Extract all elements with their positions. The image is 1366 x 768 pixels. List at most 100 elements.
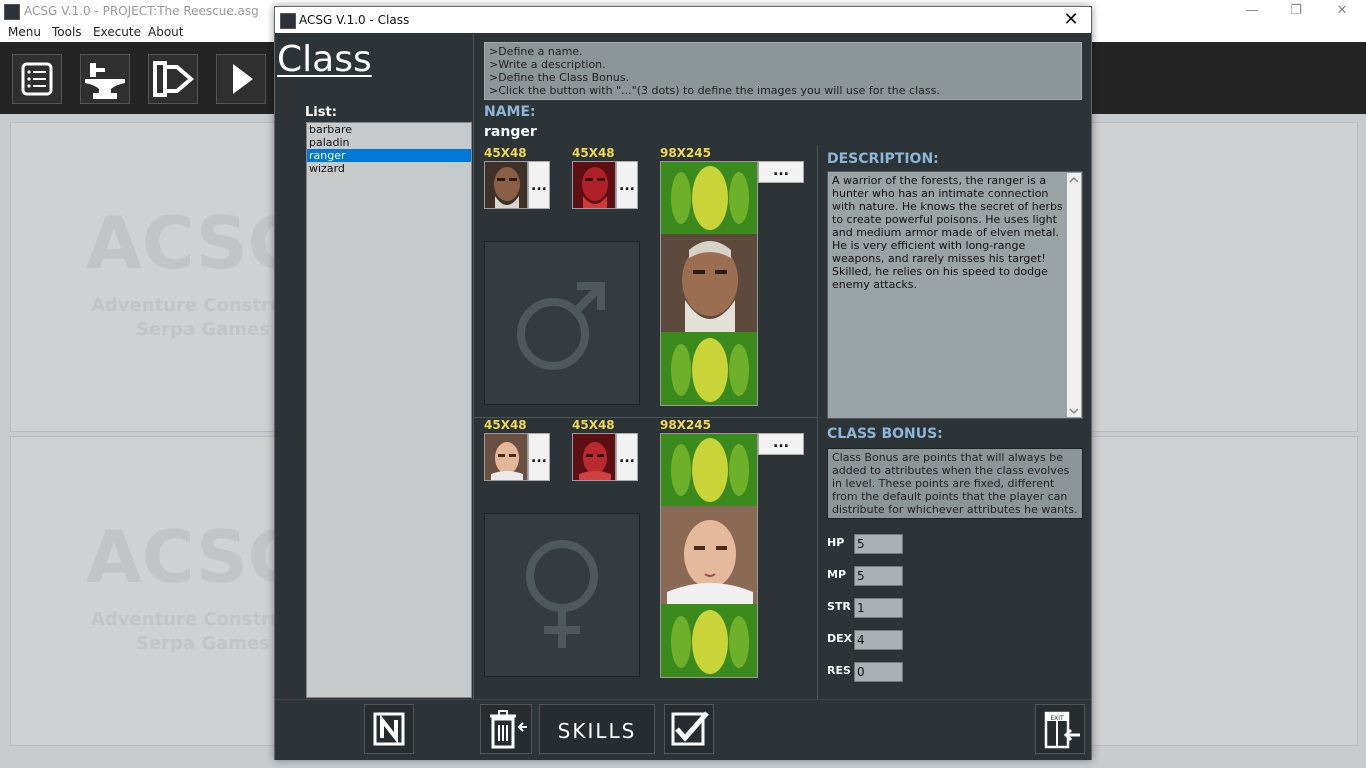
female-fullbody-art — [661, 434, 757, 677]
exit-button[interactable]: EXIT — [1035, 704, 1085, 754]
watermark-line2: Serpa Games — [136, 319, 270, 340]
menu-tools[interactable]: Tools — [52, 25, 82, 39]
close-main-button[interactable]: ✕ — [1322, 2, 1362, 22]
male-portrait-thumb — [484, 161, 528, 209]
delete-class-button[interactable] — [480, 704, 532, 754]
list-item[interactable]: barbare — [307, 123, 471, 136]
dialog-close-button[interactable]: ✕ — [1057, 9, 1085, 31]
stat-label-hp: HP — [827, 536, 845, 549]
female-portrait-thumb — [484, 433, 528, 481]
watermark-line1: Adventure Construct — [91, 609, 303, 630]
app-icon — [4, 4, 20, 20]
menu-execute[interactable]: Execute — [93, 25, 141, 39]
list-item[interactable]: wizard — [307, 162, 471, 175]
exit-sign-text: EXIT — [1050, 715, 1064, 722]
female-gender-box — [484, 513, 640, 677]
checkmark-icon — [671, 711, 709, 746]
description-textarea[interactable]: A warrior of the forests, the ranger is … — [827, 171, 1083, 419]
anvil-icon — [85, 63, 125, 99]
male-fullbody-browse-button[interactable]: ... — [758, 161, 804, 183]
trash-icon — [490, 710, 527, 749]
play-tool-button[interactable] — [216, 54, 266, 104]
size-label: 45X48 — [484, 418, 527, 432]
description-label: DESCRIPTION: — [827, 151, 939, 167]
name-value[interactable]: ranger — [484, 124, 537, 140]
class-dialog: ACSG V.1.0 - Class ✕ Class List: barbare… — [274, 6, 1092, 760]
list-item-selected[interactable]: ranger — [307, 149, 471, 162]
main-window-title: ACSG V.1.0 - PROJECT:The Reescue.asg — [24, 4, 259, 18]
list-label: List: — [305, 105, 337, 120]
instructions-box: >Define a name. >Write a description. >D… — [484, 42, 1082, 100]
enter-icon — [153, 61, 195, 97]
exit-icon: EXIT — [1044, 711, 1080, 749]
female-face-red-image — [573, 434, 615, 480]
size-label: 45X48 — [572, 146, 615, 160]
class-bonus-info: Class Bonus are points that will always … — [827, 448, 1083, 519]
male-portrait-red-thumb — [572, 161, 616, 209]
watermark-line2: Serpa Games — [136, 633, 270, 654]
new-icon — [373, 712, 405, 746]
pane-divider — [817, 145, 818, 699]
stat-input-str[interactable]: 1 — [854, 598, 903, 618]
instruction-line: >Define the Class Bonus. — [489, 71, 630, 84]
stat-label-str: STR — [827, 600, 851, 613]
description-scrollbar[interactable] — [1067, 173, 1081, 417]
stat-input-hp[interactable]: 5 — [854, 534, 903, 554]
female-portrait-red-browse-button[interactable]: ... — [616, 433, 638, 481]
menu-menu[interactable]: Menu — [8, 25, 41, 39]
male-face-image — [485, 162, 527, 208]
dialog-titlebar: ACSG V.1.0 - Class ✕ — [275, 7, 1091, 33]
class-list-pane: Class List: barbare paladin ranger wizar… — [275, 33, 473, 699]
class-bonus-label: CLASS BONUS: — [827, 426, 943, 442]
size-label: 98X245 — [660, 146, 711, 160]
male-fullbody-image — [660, 161, 758, 406]
male-gender-box — [484, 241, 640, 405]
stat-input-res[interactable]: 0 — [854, 662, 903, 682]
female-fullbody-image — [660, 433, 758, 678]
female-portrait-red-thumb — [572, 433, 616, 481]
class-listbox[interactable]: barbare paladin ranger wizard — [306, 122, 472, 698]
female-portrait-browse-button[interactable]: ... — [528, 433, 550, 481]
male-symbol-icon — [517, 282, 605, 370]
new-class-button[interactable] — [364, 704, 414, 754]
skills-button[interactable]: SKILLS — [539, 704, 655, 754]
anvil-tool-button[interactable] — [80, 54, 130, 104]
stat-label-dex: DEX — [827, 632, 853, 645]
instruction-line: >Write a description. — [489, 58, 606, 71]
skills-label: SKILLS — [557, 719, 637, 743]
enter-tool-button[interactable] — [148, 54, 198, 104]
description-text: A warrior of the forests, the ranger is … — [832, 174, 1063, 291]
scrollbar-arrows — [1069, 176, 1079, 415]
female-fullbody-browse-button[interactable]: ... — [758, 433, 804, 455]
male-face-red-image — [573, 162, 615, 208]
male-fullbody-art — [661, 162, 757, 405]
list-tool-button[interactable] — [12, 54, 62, 104]
pane-divider — [473, 33, 474, 699]
play-icon — [233, 64, 253, 94]
female-face-image — [485, 434, 527, 480]
dialog-bottom-bar: SKILLS EXIT — [275, 699, 1091, 760]
stat-input-dex[interactable]: 4 — [854, 630, 903, 650]
name-label: NAME: — [484, 104, 536, 120]
menu-about[interactable]: About — [148, 25, 183, 39]
minimize-button[interactable]: — — [1232, 2, 1272, 22]
male-portrait-red-browse-button[interactable]: ... — [616, 161, 638, 209]
female-symbol-icon — [526, 540, 598, 648]
dialog-title: ACSG V.1.0 - Class — [299, 13, 410, 27]
save-class-button[interactable] — [664, 704, 714, 754]
stat-label-res: RES — [827, 664, 851, 677]
class-heading: Class — [277, 39, 372, 80]
dialog-app-icon — [280, 13, 296, 29]
instruction-line: >Click the button with "..."(3 dots) to … — [489, 84, 940, 97]
watermark-line1: Adventure Construct — [91, 295, 303, 316]
instruction-line: >Define a name. — [489, 45, 583, 58]
maximize-button[interactable]: ❐ — [1276, 2, 1316, 22]
size-label: 98X245 — [660, 418, 711, 432]
stat-label-mp: MP — [827, 568, 847, 581]
size-label: 45X48 — [572, 418, 615, 432]
list-icon — [21, 62, 53, 96]
male-portrait-browse-button[interactable]: ... — [528, 161, 550, 209]
list-item[interactable]: paladin — [307, 136, 471, 149]
stat-input-mp[interactable]: 5 — [854, 566, 903, 586]
size-label: 45X48 — [484, 146, 527, 160]
